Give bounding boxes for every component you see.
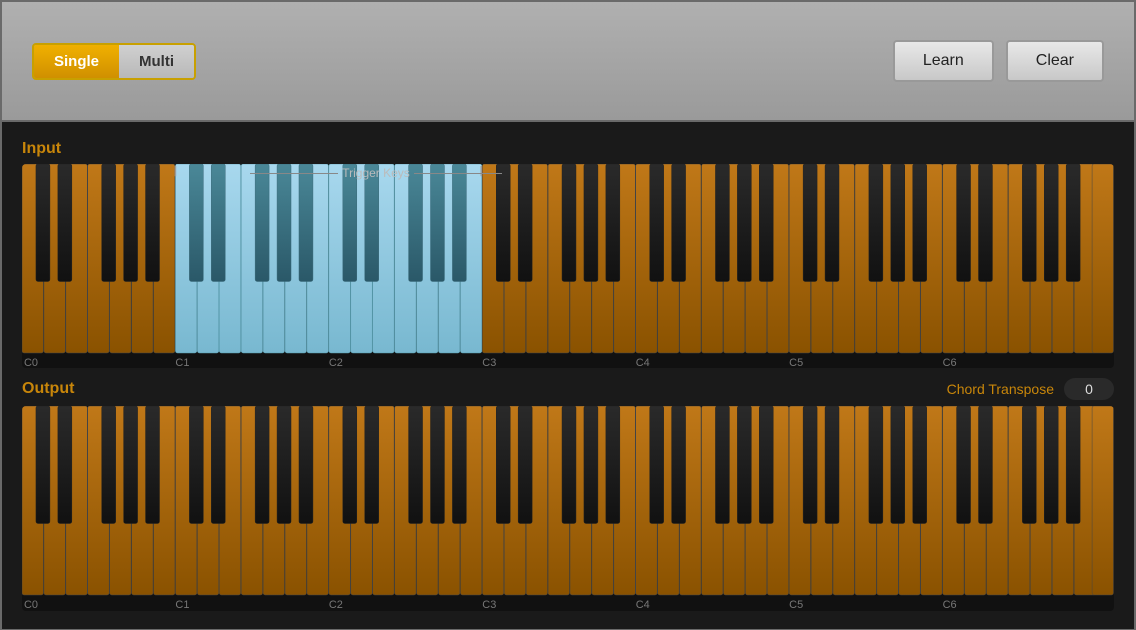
- chord-transpose-area: Chord Transpose 0: [947, 378, 1114, 400]
- clear-button[interactable]: Clear: [1006, 40, 1104, 82]
- single-mode-button[interactable]: Single: [34, 45, 119, 78]
- input-piano-container: Trigger Keys .wk-normal { fill: url(#wkG…: [22, 164, 1114, 368]
- chord-transpose-label: Chord Transpose: [947, 381, 1054, 397]
- app-wrapper: Single Multi Learn Clear Input Trigger K…: [0, 0, 1136, 630]
- toolbar-right: Learn Clear: [893, 40, 1104, 82]
- output-piano-container: .wk2 { fill: url(#wkGrad2); stroke: #444…: [22, 406, 1114, 610]
- svg-text:C6: C6: [943, 357, 957, 368]
- svg-text:C0: C0: [24, 357, 38, 368]
- svg-text:C2: C2: [329, 599, 343, 610]
- input-piano[interactable]: .wk-normal { fill: url(#wkGrad); stroke:…: [22, 164, 1114, 368]
- multi-mode-button[interactable]: Multi: [119, 45, 194, 78]
- output-label: Output: [22, 380, 74, 398]
- input-section-header: Input: [22, 140, 1114, 158]
- svg-text:C3: C3: [482, 599, 496, 610]
- svg-text:C1: C1: [175, 599, 189, 610]
- svg-text:C4: C4: [636, 599, 650, 610]
- svg-text:C1: C1: [175, 357, 189, 368]
- input-section: Input Trigger Keys: [22, 140, 1114, 368]
- svg-text:C5: C5: [789, 357, 803, 368]
- learn-button[interactable]: Learn: [893, 40, 994, 82]
- svg-text:C4: C4: [636, 357, 650, 368]
- mode-buttons: Single Multi: [32, 43, 196, 80]
- svg-text:C2: C2: [329, 357, 343, 368]
- svg-text:C5: C5: [789, 599, 803, 610]
- svg-text:C0: C0: [24, 599, 38, 610]
- output-section: Output Chord Transpose 0: [22, 378, 1114, 610]
- output-piano[interactable]: .wk2 { fill: url(#wkGrad2); stroke: #444…: [22, 406, 1114, 610]
- chord-transpose-value[interactable]: 0: [1064, 378, 1114, 400]
- input-label: Input: [22, 140, 61, 158]
- svg-text:C3: C3: [482, 357, 496, 368]
- output-section-header: Output Chord Transpose 0: [22, 378, 1114, 400]
- main-content: Input Trigger Keys: [2, 122, 1134, 629]
- svg-text:C6: C6: [943, 599, 957, 610]
- toolbar: Single Multi Learn Clear: [2, 2, 1134, 122]
